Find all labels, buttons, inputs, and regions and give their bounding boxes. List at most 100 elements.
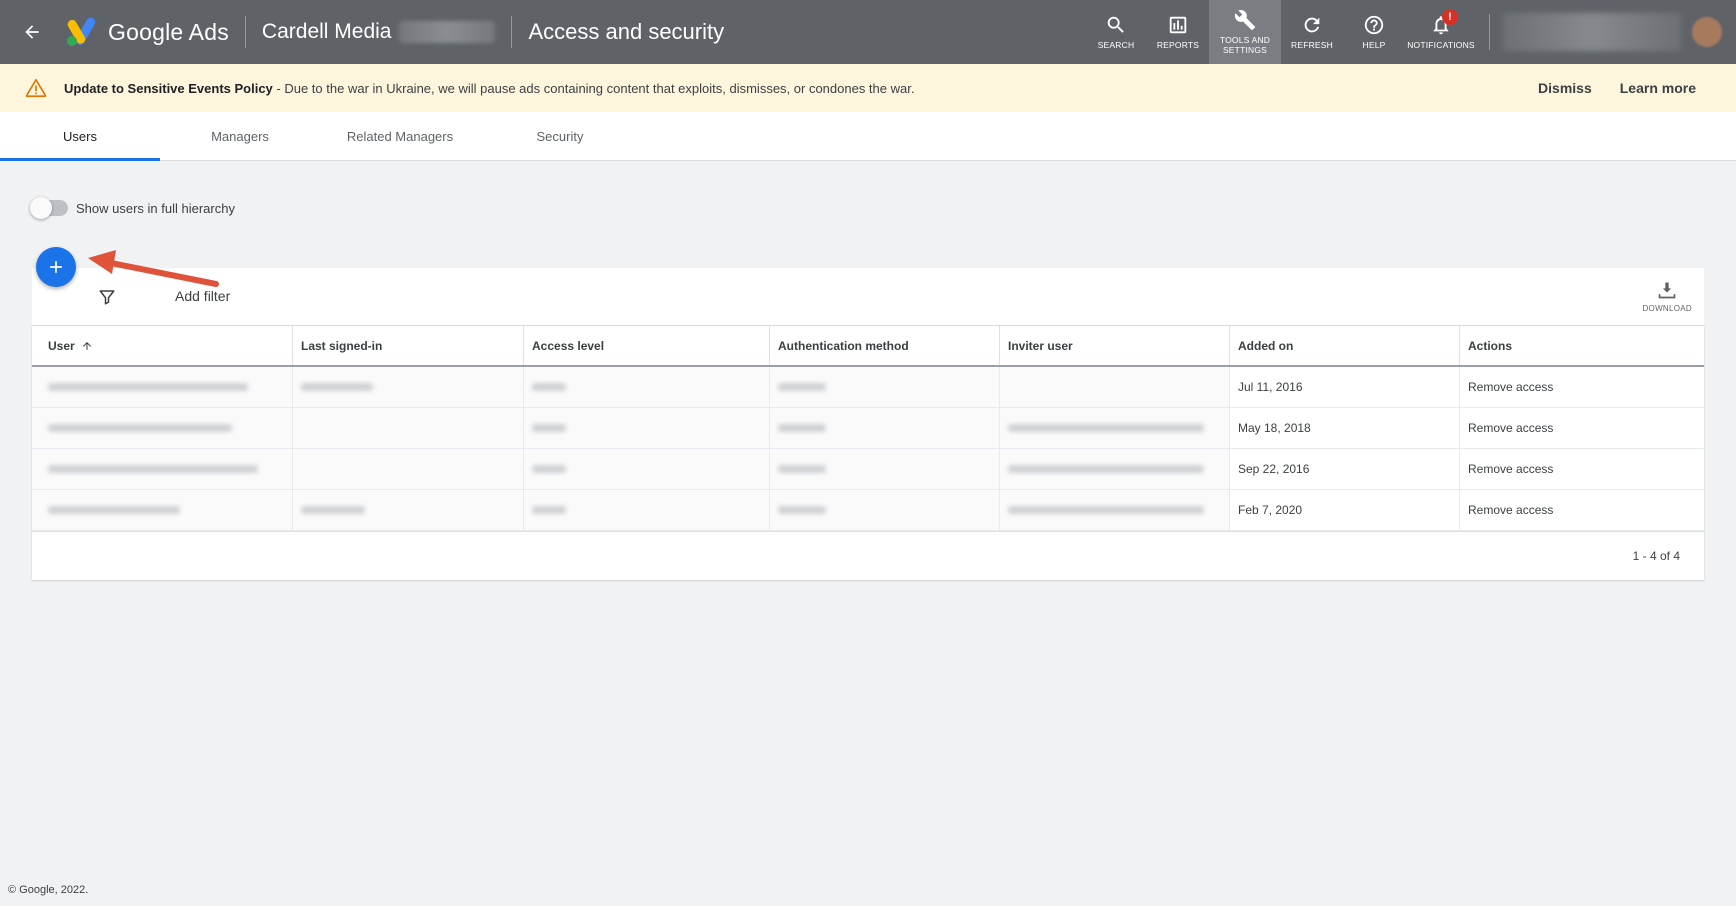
access-level-cell-redacted — [524, 367, 770, 407]
banner-text: Update to Sensitive Events Policy - Due … — [64, 81, 914, 96]
access-level-cell-redacted — [524, 408, 770, 448]
last-signed-in-cell-redacted — [293, 367, 524, 407]
tools-label-line1: TOOLS AND — [1219, 35, 1271, 45]
toggle-label: Show users in full hierarchy — [76, 200, 235, 216]
notifications-button[interactable]: ! NOTIFICATIONS — [1405, 0, 1477, 64]
table-header: User Last signed-in Access level Authent… — [32, 326, 1704, 367]
column-header-authentication-method[interactable]: Authentication method — [770, 326, 1000, 365]
search-button[interactable]: SEARCH — [1085, 0, 1147, 64]
help-icon — [1364, 15, 1384, 35]
access-level-cell-redacted — [524, 490, 770, 530]
table-row: Sep 22, 2016 Remove access — [32, 449, 1704, 490]
user-cell-redacted — [32, 408, 293, 448]
pagination-label: 1 - 4 of 4 — [1632, 549, 1680, 563]
user-cell-redacted — [32, 449, 293, 489]
remove-access-link[interactable]: Remove access — [1460, 449, 1704, 489]
users-table: User Last signed-in Access level Authent… — [32, 325, 1704, 580]
column-header-actions: Actions — [1468, 338, 1513, 353]
full-hierarchy-toggle[interactable] — [30, 197, 68, 219]
copyright: © Google, 2022. — [8, 884, 89, 896]
page-title: Access and security — [528, 19, 725, 44]
help-label: HELP — [1362, 40, 1386, 50]
account-name[interactable]: Cardell Media — [262, 20, 392, 44]
auth-method-cell-redacted — [770, 367, 1000, 407]
refresh-button[interactable]: REFRESH — [1281, 0, 1343, 64]
auth-method-cell-redacted — [770, 408, 1000, 448]
user-cell-redacted — [32, 490, 293, 530]
back-button[interactable] — [0, 0, 64, 64]
user-cell-redacted — [32, 367, 293, 407]
last-signed-in-cell — [293, 449, 524, 489]
access-level-cell-redacted — [524, 449, 770, 489]
toolbar-actions: SEARCH REPORTS TOOLS AND SETTINGS REFRESH… — [1085, 0, 1736, 64]
reports-button[interactable]: REPORTS — [1147, 0, 1209, 64]
remove-access-link[interactable]: Remove access — [1460, 408, 1704, 448]
wrench-icon — [1234, 10, 1256, 31]
added-on-cell: Feb 7, 2020 — [1230, 490, 1460, 530]
inviter-cell-redacted — [1000, 449, 1230, 489]
auth-method-cell-redacted — [770, 449, 1000, 489]
table-row: Jul 11, 2016 Remove access — [32, 367, 1704, 408]
banner-title: Update to Sensitive Events Policy — [64, 80, 273, 96]
download-button[interactable]: DOWNLOAD — [1642, 280, 1692, 313]
notification-badge: ! — [1442, 9, 1458, 25]
auth-method-cell-redacted — [770, 490, 1000, 530]
tab-related-managers[interactable]: Related Managers — [320, 112, 480, 160]
remove-access-link[interactable]: Remove access — [1460, 367, 1704, 407]
account-info-redacted[interactable] — [1502, 13, 1682, 51]
arrow-back-icon — [25, 25, 39, 39]
help-button[interactable]: HELP — [1343, 0, 1405, 64]
column-label: User — [48, 338, 75, 353]
refresh-icon — [1304, 17, 1320, 33]
toggle-knob — [30, 197, 52, 219]
download-label: DOWNLOAD — [1642, 304, 1692, 313]
tools-and-settings-button[interactable]: TOOLS AND SETTINGS — [1209, 0, 1281, 64]
refresh-label: REFRESH — [1290, 40, 1334, 50]
inviter-cell-redacted — [1000, 490, 1230, 530]
column-header-access-level[interactable]: Access level — [524, 326, 770, 365]
divider — [511, 16, 513, 48]
policy-banner: Update to Sensitive Events Policy - Due … — [0, 64, 1736, 112]
tools-label-line2: SETTINGS — [1222, 45, 1268, 55]
google-ads-logo[interactable]: Google Ads — [66, 17, 229, 47]
plus-icon — [50, 261, 62, 273]
hierarchy-toggle-row: Show users in full hierarchy — [30, 197, 235, 219]
column-header-inviter-user[interactable]: Inviter user — [1000, 326, 1230, 365]
avatar[interactable] — [1692, 17, 1722, 47]
arrow-up-icon — [82, 341, 91, 350]
annotation-arrow — [88, 250, 219, 287]
add-user-button[interactable] — [36, 247, 76, 287]
column-header-last-signed-in[interactable]: Last signed-in — [293, 326, 524, 365]
app-name: Google Ads — [108, 18, 229, 45]
tab-managers[interactable]: Managers — [160, 112, 320, 160]
download-icon — [1658, 282, 1676, 299]
top-app-bar: Google Ads Cardell Media Access and secu… — [0, 0, 1736, 64]
tab-security[interactable]: Security — [480, 112, 640, 160]
account-id-redacted — [399, 21, 496, 43]
table-row: May 18, 2018 Remove access — [32, 408, 1704, 449]
added-on-cell: Sep 22, 2016 — [1230, 449, 1460, 489]
added-on-cell: Jul 11, 2016 — [1230, 367, 1460, 407]
column-header-added-on[interactable]: Added on — [1230, 326, 1460, 365]
search-label: SEARCH — [1097, 40, 1135, 50]
divider — [1489, 14, 1490, 50]
reports-icon — [1169, 16, 1187, 34]
column-header-user[interactable]: User — [32, 326, 293, 365]
banner-actions: Dismiss Learn more — [1538, 64, 1696, 112]
table-row: Feb 7, 2020 Remove access — [32, 490, 1704, 531]
tab-bar: Users Managers Related Managers Security — [0, 112, 1736, 161]
tools-label: TOOLS AND SETTINGS — [1220, 35, 1270, 55]
tab-users[interactable]: Users — [0, 112, 160, 161]
google-ads-logo-icon — [67, 17, 96, 46]
last-signed-in-cell — [293, 408, 524, 448]
inviter-cell-redacted — [1000, 408, 1230, 448]
remove-access-link[interactable]: Remove access — [1460, 490, 1704, 530]
learn-more-button[interactable]: Learn more — [1620, 80, 1696, 96]
inviter-cell — [1000, 367, 1230, 407]
pagination: 1 - 4 of 4 — [32, 531, 1704, 580]
added-on-cell: May 18, 2018 — [1230, 408, 1460, 448]
last-signed-in-cell-redacted — [293, 490, 524, 530]
banner-message: - Due to the war in Ukraine, we will pau… — [272, 80, 915, 96]
filter-bar: Add filter DOWNLOAD — [32, 268, 1704, 325]
dismiss-button[interactable]: Dismiss — [1538, 80, 1592, 96]
